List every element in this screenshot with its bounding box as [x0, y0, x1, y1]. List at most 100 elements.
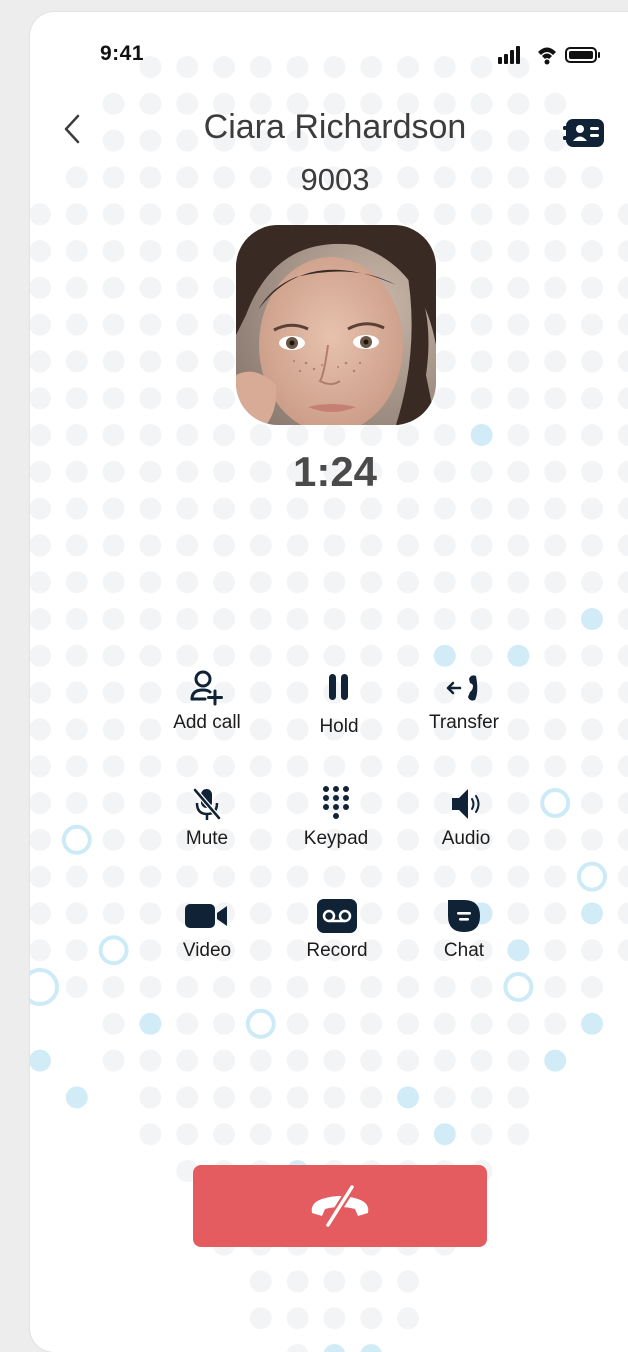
background-dot — [544, 276, 567, 299]
background-dot — [102, 865, 125, 888]
add-call-label: Add call — [173, 712, 241, 733]
background-dot — [139, 1012, 162, 1035]
transfer-button[interactable]: Transfer — [394, 668, 534, 748]
add-call-button[interactable]: Add call — [137, 668, 277, 748]
background-dot — [507, 240, 530, 262]
background-dot — [360, 865, 383, 888]
background-dot — [65, 497, 88, 520]
keypad-button[interactable]: Keypad — [266, 784, 406, 864]
background-dot — [544, 865, 567, 888]
background-dot — [139, 865, 162, 888]
background-dot — [176, 497, 199, 520]
background-dot — [433, 1123, 456, 1146]
background-dot — [213, 608, 235, 630]
background-dot — [65, 1086, 88, 1109]
background-dot — [249, 497, 272, 520]
background-dot — [360, 1307, 383, 1330]
background-dot — [323, 571, 346, 594]
background-dot — [581, 387, 603, 410]
background-dot — [286, 424, 309, 446]
background-dot — [397, 1307, 419, 1330]
background-dot — [470, 387, 493, 410]
background-dot — [176, 644, 199, 667]
background-dot — [286, 571, 309, 594]
background-dot — [65, 240, 88, 262]
background-dot — [139, 608, 162, 630]
background-dot — [507, 1086, 530, 1109]
background-dot — [30, 276, 51, 299]
background-dot — [617, 608, 628, 630]
background-dot — [433, 497, 456, 520]
background-dot — [139, 976, 162, 998]
background-dot — [286, 56, 309, 78]
background-dot — [249, 534, 272, 557]
background-dot — [139, 424, 162, 446]
background-dot — [249, 1307, 272, 1330]
background-dot — [470, 608, 493, 630]
keypad-icon — [323, 786, 349, 819]
background-dot — [544, 313, 567, 336]
call-screen: 9:41 Ciara Richardson 9003 1:24 Add call… — [30, 12, 628, 1352]
background-dot — [213, 976, 235, 998]
background-dot — [360, 1049, 383, 1072]
end-call-button[interactable] — [193, 1165, 487, 1247]
background-dot — [544, 681, 567, 704]
background-dot — [249, 1270, 272, 1293]
background-dot — [102, 976, 125, 998]
record-button[interactable]: Record — [267, 896, 407, 976]
background-dot — [507, 1049, 530, 1072]
background-dot — [65, 976, 88, 998]
background-dot — [286, 534, 309, 557]
background-dot — [433, 387, 456, 410]
background-dot — [433, 571, 456, 594]
background-dot — [286, 1307, 309, 1330]
background-dot — [507, 534, 530, 557]
background-dot — [323, 534, 346, 557]
background-dot — [65, 534, 88, 557]
background-dot — [176, 387, 199, 410]
hold-button[interactable]: Hold — [269, 668, 409, 748]
background-dot — [360, 1270, 383, 1293]
background-dot — [397, 1123, 419, 1146]
background-dot — [507, 497, 530, 520]
background-dot — [30, 571, 51, 594]
background-dot — [617, 350, 628, 373]
background-dot — [30, 497, 51, 520]
signal-icon — [498, 46, 520, 64]
background-dot — [176, 976, 199, 998]
background-dot — [102, 1012, 125, 1035]
contact-card-button[interactable] — [563, 116, 607, 150]
background-dot — [176, 1012, 199, 1035]
audio-label: Audio — [441, 828, 491, 849]
background-dot — [581, 828, 603, 851]
background-dot — [323, 424, 346, 446]
mute-button[interactable]: Mute — [137, 784, 277, 864]
background-dot — [249, 644, 272, 667]
background-dot — [544, 828, 567, 851]
background-dot — [507, 608, 530, 630]
background-dot — [617, 828, 628, 851]
wifi-icon — [538, 47, 556, 65]
background-dot — [507, 1123, 530, 1146]
background-dot — [397, 571, 419, 594]
background-dot — [323, 1344, 345, 1352]
background-dot — [507, 350, 530, 373]
background-dot — [544, 497, 567, 520]
background-dot — [577, 861, 607, 892]
video-button[interactable]: Video — [137, 896, 277, 976]
background-dot — [323, 1049, 346, 1072]
background-dot — [397, 608, 419, 630]
background-dot — [581, 350, 603, 373]
background-dot — [470, 1049, 493, 1072]
background-dot — [581, 240, 603, 262]
background-dot — [581, 608, 603, 630]
audio-button[interactable]: Audio — [396, 784, 536, 864]
background-dot — [139, 313, 162, 336]
background-dot — [360, 203, 383, 226]
background-dot — [470, 865, 493, 888]
chat-button[interactable]: Chat — [394, 896, 534, 976]
background-dot — [544, 644, 567, 667]
background-dot — [581, 276, 603, 299]
background-dot — [433, 424, 456, 446]
background-dot — [470, 276, 493, 299]
